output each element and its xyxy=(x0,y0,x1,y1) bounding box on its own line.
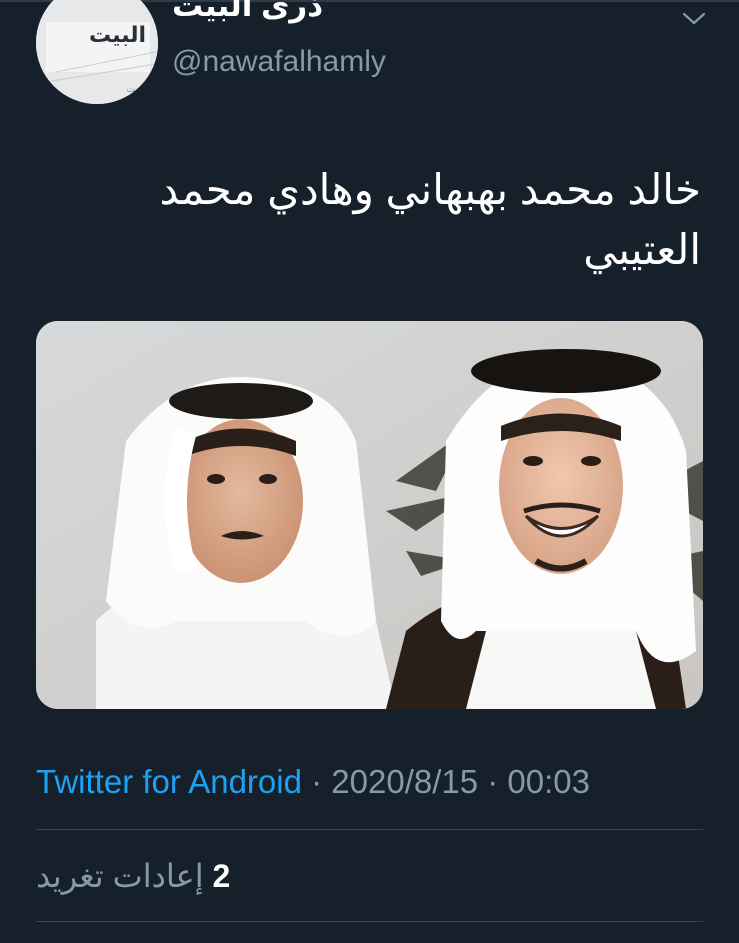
tweet-meta: Twitter for Android · 2020/8/15 · 00:03 xyxy=(36,760,590,804)
tweet-source-link[interactable]: Twitter for Android xyxy=(36,763,302,800)
user-handle[interactable]: @nawafalhamly xyxy=(172,42,386,82)
meta-separator: · xyxy=(301,763,332,800)
more-options-button[interactable] xyxy=(681,8,707,30)
tweet-text: خالد محمد بهبهاني وهادي محمد العتيبي xyxy=(159,166,701,273)
retweet-count: 2 xyxy=(212,858,231,894)
avatar-text: البيت xyxy=(89,23,146,48)
tweet-photo[interactable] xyxy=(36,321,703,709)
tweet-time: 00:03 xyxy=(507,763,591,800)
retweets-stat[interactable]: 2 إعادات تغريد xyxy=(36,854,230,898)
photo-two-men-icon xyxy=(36,321,703,709)
svg-text:البيت: البيت xyxy=(126,85,146,95)
avatar-logo-icon: البيت البيت xyxy=(36,0,158,104)
chevron-down-icon xyxy=(682,12,706,25)
tweet-date: 2020/8/15 xyxy=(331,763,479,800)
display-name[interactable]: ذرى البيت xyxy=(172,0,323,26)
meta-separator-2: · xyxy=(478,763,508,800)
avatar[interactable]: البيت البيت xyxy=(36,0,158,104)
retweet-label: إعادات تغريد xyxy=(36,858,204,894)
divider-bottom xyxy=(36,921,703,922)
divider xyxy=(36,829,703,830)
